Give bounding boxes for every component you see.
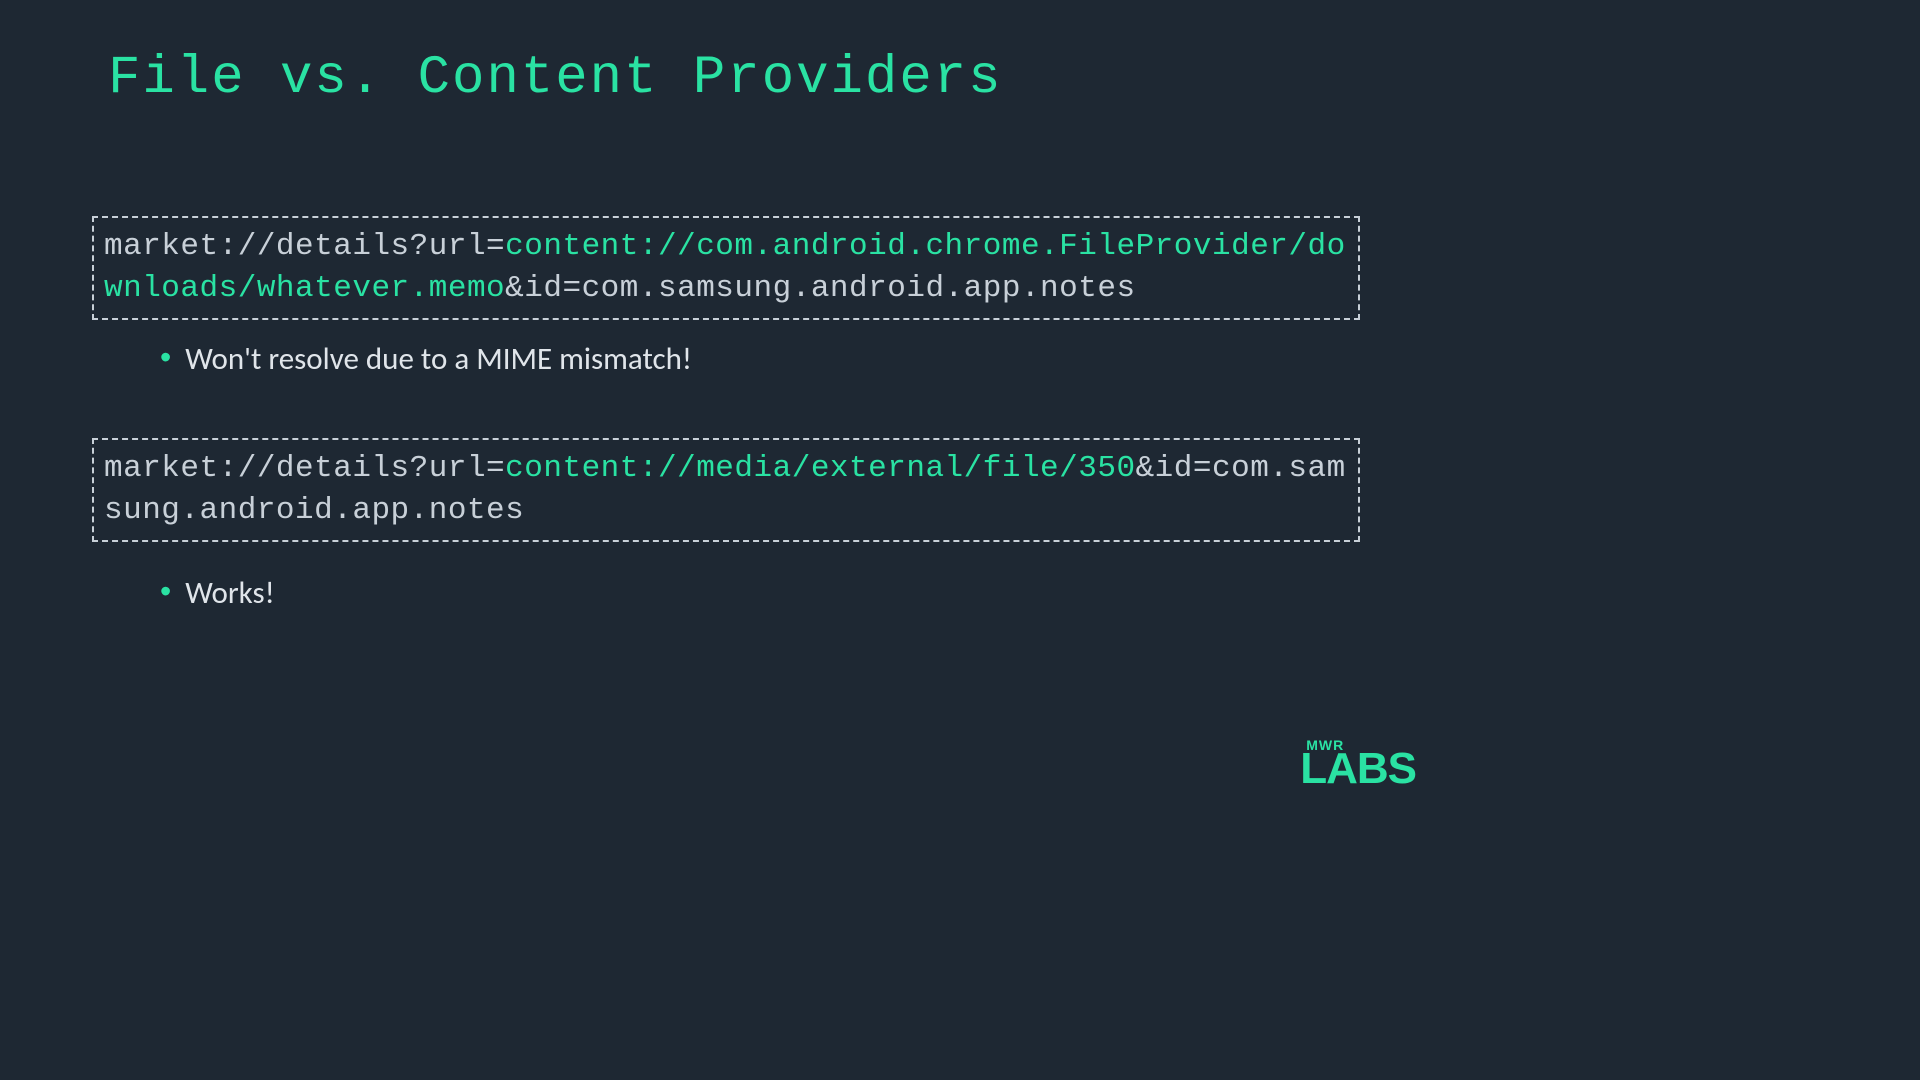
bullet-text-2: Works! bbox=[185, 574, 274, 612]
code-prefix-1: market://details?url= bbox=[104, 229, 505, 264]
code-example-2: market://details?url=content://media/ext… bbox=[92, 438, 1360, 542]
code-highlight-2: content://media/external/file/350 bbox=[505, 451, 1135, 486]
mwr-labs-logo: MWR LABS bbox=[1300, 737, 1416, 791]
code-example-1: market://details?url=content://com.andro… bbox=[92, 216, 1360, 320]
bullet-item-1: • Won't resolve due to a MIME mismatch! bbox=[160, 340, 692, 378]
bullet-text-1: Won't resolve due to a MIME mismatch! bbox=[185, 340, 692, 378]
slide-title: File vs. Content Providers bbox=[108, 48, 1003, 109]
bullet-dot-icon: • bbox=[160, 340, 171, 375]
bullet-item-2: • Works! bbox=[160, 574, 275, 612]
code-suffix-1: &id=com.samsung.android.app.notes bbox=[505, 271, 1135, 306]
code-prefix-2: market://details?url= bbox=[104, 451, 505, 486]
logo-labs-text: LABS bbox=[1300, 747, 1416, 791]
bullet-dot-icon: • bbox=[160, 574, 171, 609]
